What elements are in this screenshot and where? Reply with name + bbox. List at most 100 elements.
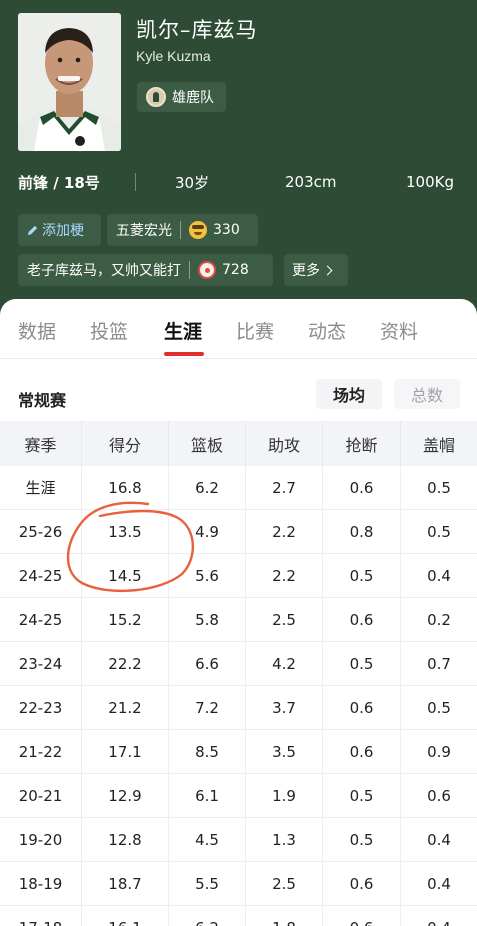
player-english-name: Kyle Kuzma bbox=[136, 48, 211, 64]
table-row[interactable]: 20-21 12.9 6.1 1.9 0.5 0.6 bbox=[0, 774, 477, 818]
tab-stats[interactable]: 数据 bbox=[18, 317, 56, 344]
laugh-sweat-emoji-icon bbox=[189, 221, 207, 239]
tab-bar: 数据 投篮 生涯 比赛 动态 资料 bbox=[0, 299, 477, 359]
player-info-row: 前锋 / 18号 30岁 203cm 100Kg bbox=[0, 170, 477, 194]
table-row[interactable]: 25-26 13.5 4.9 2.2 0.8 0.5 bbox=[0, 510, 477, 554]
table-row[interactable]: 生涯 16.8 6.2 2.7 0.6 0.5 bbox=[0, 466, 477, 510]
stat-cell: 6.6 bbox=[169, 642, 246, 685]
table-row[interactable]: 21-22 17.1 8.5 3.5 0.6 0.9 bbox=[0, 730, 477, 774]
stat-cell: 0.5 bbox=[323, 774, 401, 817]
info-divider bbox=[135, 173, 136, 191]
stat-cell: 18.7 bbox=[82, 862, 169, 905]
season-cell: 21-22 bbox=[0, 730, 82, 773]
season-cell: 24-25 bbox=[0, 554, 82, 597]
table-row[interactable]: 24-25 14.5 5.6 2.2 0.5 0.4 bbox=[0, 554, 477, 598]
totals-toggle[interactable]: 总数 bbox=[394, 379, 460, 409]
tab-shooting[interactable]: 投篮 bbox=[90, 317, 128, 344]
stat-cell: 5.5 bbox=[169, 862, 246, 905]
stat-cell: 0.7 bbox=[427, 654, 451, 673]
player-photo bbox=[18, 13, 121, 151]
meme-tag-text: 五菱宏光 bbox=[116, 223, 172, 239]
chevron-right-icon bbox=[322, 265, 333, 275]
stat-cell: 1.8 bbox=[246, 906, 323, 926]
meme-tag[interactable]: 五菱宏光 330 bbox=[107, 214, 258, 246]
stat-cell: 0.5 bbox=[427, 522, 451, 541]
more-tags-button[interactable]: 更多 bbox=[284, 254, 348, 286]
tab-games[interactable]: 比赛 bbox=[236, 317, 274, 344]
position-number: 前锋 / 18号 bbox=[18, 173, 100, 192]
stat-cell: 8.5 bbox=[169, 730, 246, 773]
table-row[interactable]: 17-1816.16.21.80.60.4 bbox=[0, 906, 477, 926]
stat-cell: 0.9 bbox=[427, 742, 451, 761]
stat-cell: 0.5 bbox=[427, 698, 451, 717]
stat-cell: 0.6 bbox=[323, 730, 401, 773]
clown-emoji-icon bbox=[198, 261, 216, 279]
player-name: 凯尔–库兹马 bbox=[136, 18, 258, 42]
stats-panel: 数据 投篮 生涯 比赛 动态 资料 常规赛 场均 总数 赛季 得分 篮板 助攻 … bbox=[0, 299, 477, 926]
stat-cell: 0.6 bbox=[427, 786, 451, 805]
player-portrait-image bbox=[18, 13, 121, 151]
player-weight: 100Kg bbox=[406, 173, 454, 191]
stat-cell: 2.7 bbox=[246, 466, 323, 509]
tag-divider bbox=[189, 261, 190, 279]
tab-profile[interactable]: 资料 bbox=[380, 317, 418, 344]
stat-cell: 12.8 bbox=[82, 818, 169, 861]
meme-tag-count: 330 bbox=[213, 222, 240, 238]
season-cell: 22-23 bbox=[0, 686, 82, 729]
stat-cell: 0.8 bbox=[323, 510, 401, 553]
tab-divider bbox=[0, 358, 477, 359]
meme-tag[interactable]: 老子库兹马，又帅又能打 728 bbox=[18, 254, 273, 286]
table-row[interactable]: 24-25 15.2 5.8 2.5 0.6 0.2 bbox=[0, 598, 477, 642]
stat-cell: 4.9 bbox=[169, 510, 246, 553]
stat-cell: 13.5 bbox=[82, 510, 169, 553]
season-cell: 25-26 bbox=[0, 510, 82, 553]
column-header: 得分 bbox=[82, 421, 169, 466]
team-badge[interactable]: 雄鹿队 bbox=[137, 82, 226, 112]
season-cell: 24-25 bbox=[0, 598, 82, 641]
active-tab-indicator bbox=[164, 352, 204, 356]
tag-divider bbox=[180, 221, 181, 239]
per-game-toggle[interactable]: 场均 bbox=[316, 379, 382, 409]
add-meme-button[interactable]: 添加梗 bbox=[18, 214, 101, 246]
table-row[interactable]: 19-20 12.8 4.5 1.3 0.5 0.4 bbox=[0, 818, 477, 862]
stat-cell: 0.6 bbox=[323, 598, 401, 641]
season-cell: 生涯 bbox=[0, 466, 82, 509]
tab-news[interactable]: 动态 bbox=[308, 317, 346, 344]
stat-cell: 0.2 bbox=[427, 610, 451, 629]
stat-cell: 3.7 bbox=[246, 686, 323, 729]
stat-cell: 0.5 bbox=[323, 642, 401, 685]
season-cell: 18-19 bbox=[0, 862, 82, 905]
table-row[interactable]: 18-19 18.7 5.5 2.5 0.6 0.4 bbox=[0, 862, 477, 906]
stat-cell: 22.2 bbox=[82, 642, 169, 685]
stat-cell: 0.6 bbox=[323, 686, 401, 729]
table-header: 赛季 得分 篮板 助攻 抢断 盖帽 bbox=[0, 421, 477, 466]
stat-cell: 3.5 bbox=[246, 730, 323, 773]
stat-cell: 16.8 bbox=[82, 466, 169, 509]
stat-cell: 4.2 bbox=[246, 642, 323, 685]
stat-cell: 0.6 bbox=[323, 466, 401, 509]
table-row[interactable]: 22-23 21.2 7.2 3.7 0.6 0.5 bbox=[0, 686, 477, 730]
stat-cell: 1.3 bbox=[246, 818, 323, 861]
stat-cell: 6.2 bbox=[169, 466, 246, 509]
stat-cell: 0.5 bbox=[323, 554, 401, 597]
section-title: 常规赛 bbox=[18, 391, 67, 410]
stat-cell: 0.5 bbox=[427, 478, 451, 497]
stat-cell: 4.5 bbox=[169, 818, 246, 861]
stat-cell: 0.4 bbox=[427, 566, 451, 585]
season-cell: 23-24 bbox=[0, 642, 82, 685]
stat-cell: 6.1 bbox=[169, 774, 246, 817]
pencil-icon bbox=[27, 225, 38, 235]
player-header: 凯尔–库兹马 Kyle Kuzma 雄鹿队 前锋 / 18号 30岁 203cm… bbox=[0, 0, 477, 318]
column-header: 篮板 bbox=[169, 421, 246, 466]
stat-cell: 14.5 bbox=[82, 554, 169, 597]
tab-career[interactable]: 生涯 bbox=[164, 317, 202, 344]
stat-cell: 0.4 bbox=[401, 906, 477, 926]
table-row[interactable]: 23-24 22.2 6.6 4.2 0.5 0.7 bbox=[0, 642, 477, 686]
stat-cell: 5.8 bbox=[169, 598, 246, 641]
stat-cell: 5.6 bbox=[169, 554, 246, 597]
stat-cell: 0.6 bbox=[323, 862, 401, 905]
column-header: 盖帽 bbox=[422, 435, 455, 455]
stat-cell: 21.2 bbox=[82, 686, 169, 729]
stat-cell: 2.5 bbox=[246, 862, 323, 905]
season-cell: 17-18 bbox=[0, 906, 82, 926]
